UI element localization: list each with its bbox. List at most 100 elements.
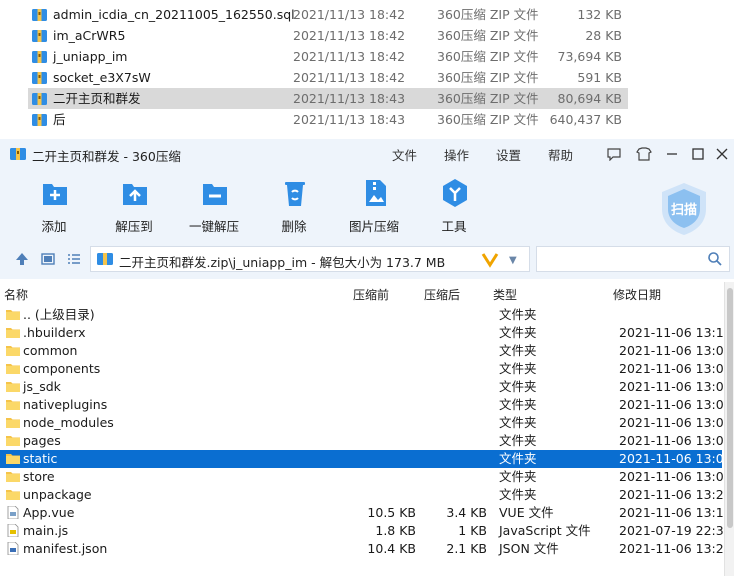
- col-compressed[interactable]: 压缩前: [353, 286, 389, 303]
- col-packed[interactable]: 压缩后: [424, 286, 460, 303]
- file-name: .hbuilderx: [23, 325, 86, 340]
- zip-file-icon: [32, 49, 47, 63]
- file-name: manifest.json: [23, 541, 108, 556]
- address-field[interactable]: 二开主页和群发.zip\j_uniapp_im - 解包大小为 173.7 MB…: [90, 246, 530, 272]
- search-input[interactable]: [536, 246, 730, 272]
- chevron-down-icon[interactable]: ▼: [509, 255, 517, 266]
- file-type: 文件夹: [499, 325, 537, 340]
- explorer-file-date: 2021/11/13 18:43: [293, 91, 406, 106]
- file-name: App.vue: [23, 505, 75, 520]
- minimize-icon[interactable]: [662, 144, 682, 164]
- file-name: node_modules: [23, 415, 114, 430]
- file-date: 2021-11-06 13:03: [619, 397, 724, 412]
- file-type: 文件夹: [499, 451, 537, 466]
- file-type: 文件夹: [499, 343, 537, 358]
- maximize-icon[interactable]: [688, 144, 708, 164]
- col-type[interactable]: 类型: [493, 286, 517, 303]
- file-row[interactable]: .hbuilderx 文件夹 2021-11-06 13:10: [0, 324, 724, 342]
- zip-file-icon: [32, 70, 47, 84]
- explorer-row[interactable]: 二开主页和群发 2021/11/13 18:43 360压缩 ZIP 文件 80,69…: [28, 88, 628, 109]
- file-row[interactable]: nativeplugins 文件夹 2021-11-06 13:03: [0, 396, 724, 414]
- add-icon: [43, 184, 67, 205]
- explorer-file-size: 591 KB: [577, 70, 622, 85]
- explorer-row[interactable]: j_uniapp_im 2021/11/13 18:42 360压缩 ZIP 文件 7…: [28, 46, 628, 67]
- folder-icon: [6, 416, 20, 429]
- delete-label: 删除: [281, 219, 307, 234]
- file-row[interactable]: App.vue 10.5 KB 3.4 KB VUE 文件 2021-11-06 13:…: [0, 504, 724, 522]
- file-row[interactable]: static 文件夹 2021-11-06 13:03: [0, 450, 724, 468]
- menu-help[interactable]: 帮助: [548, 145, 573, 164]
- scrollbar-thumb[interactable]: [727, 288, 733, 528]
- window-title: 二开主页和群发 - 360压缩: [32, 149, 181, 164]
- file-name: store: [23, 469, 55, 484]
- image-compress-button[interactable]: 图片压缩: [339, 171, 409, 239]
- menu-operate[interactable]: 操作: [444, 145, 469, 164]
- list-view-icon[interactable]: [66, 251, 82, 267]
- file-row[interactable]: node_modules 文件夹 2021-11-06 13:03: [0, 414, 724, 432]
- feedback-icon[interactable]: [604, 144, 624, 164]
- image-compress-icon: [366, 180, 386, 206]
- explorer-file-name: 二开主页和群发: [53, 91, 141, 106]
- file-size-before: 10.4 KB: [367, 541, 416, 556]
- file-date: 2021-11-06 13:03: [619, 433, 724, 448]
- explorer-row[interactable]: 后 2021/11/13 18:43 360压缩 ZIP 文件 640,437 KB: [28, 109, 628, 130]
- col-name[interactable]: 名称: [4, 286, 28, 303]
- check-v-icon[interactable]: [481, 250, 499, 268]
- explorer-row[interactable]: im_aCrWR5 2021/11/13 18:42 360压缩 ZIP 文件 28 …: [28, 25, 628, 46]
- explorer-row[interactable]: socket_e3X7sW 2021/11/13 18:42 360压缩 ZIP 文…: [28, 67, 628, 88]
- title-bar[interactable]: 二开主页和群发 - 360压缩 文件 操作 设置 帮助: [0, 139, 734, 171]
- tools-button[interactable]: 工具: [419, 171, 489, 239]
- folder-icon: [6, 362, 20, 375]
- explorer-file-type: 360压缩 ZIP 文件: [437, 49, 539, 64]
- file-row[interactable]: common 文件夹 2021-11-06 13:03: [0, 342, 724, 360]
- menu-settings[interactable]: 设置: [496, 145, 521, 164]
- scrollbar[interactable]: [724, 282, 734, 576]
- one-click-extract-button[interactable]: 一键解压: [179, 171, 249, 239]
- explorer-file-size: 640,437 KB: [549, 112, 622, 127]
- folder-icon: [6, 470, 20, 483]
- scan-button[interactable]: 扫描: [658, 181, 710, 237]
- explorer-file-type: 360压缩 ZIP 文件: [437, 7, 539, 22]
- file-date: 2021-11-06 13:03: [619, 415, 724, 430]
- file-row[interactable]: unpackage 文件夹 2021-11-06 13:29: [0, 486, 724, 504]
- file-row[interactable]: js_sdk 文件夹 2021-11-06 13:03: [0, 378, 724, 396]
- extract-to-button[interactable]: 解压到: [99, 171, 169, 239]
- folder-icon: [6, 398, 20, 411]
- folder-icon: [6, 488, 20, 501]
- folder-icon: [6, 326, 20, 339]
- file-name: main.js: [23, 523, 69, 538]
- file-date: 2021-11-06 13:03: [619, 343, 724, 358]
- file-row[interactable]: components 文件夹 2021-11-06 13:03: [0, 360, 724, 378]
- skin-icon[interactable]: [634, 144, 654, 164]
- file-name: nativeplugins: [23, 397, 108, 412]
- file-date: 2021-07-19 22:32: [619, 523, 724, 538]
- menu-file[interactable]: 文件: [392, 145, 417, 164]
- explorer-file-name: 后: [53, 112, 66, 127]
- file-icon: [6, 541, 20, 556]
- file-row[interactable]: manifest.json 10.4 KB 2.1 KB JSON 文件 2021-11…: [0, 540, 724, 558]
- folder-icon: [6, 344, 20, 357]
- file-size-after: 3.4 KB: [446, 505, 487, 520]
- up-arrow-icon[interactable]: [14, 251, 30, 267]
- close-icon[interactable]: [712, 144, 732, 164]
- explorer-file-name: im_aCrWR5: [53, 28, 126, 43]
- file-row[interactable]: store 文件夹 2021-11-06 13:03: [0, 468, 724, 486]
- column-header: 名称 压缩前 压缩后 类型 修改日期: [0, 282, 724, 304]
- file-row[interactable]: .. (上级目录) 文件夹: [0, 306, 722, 324]
- folder-icon: [6, 308, 20, 321]
- add-button[interactable]: 添加: [19, 171, 89, 239]
- explorer-file-size: 73,694 KB: [557, 49, 622, 64]
- col-modified[interactable]: 修改日期: [613, 286, 661, 303]
- explorer-row[interactable]: admin_icdia_cn_20211005_162550.sql 2021/1…: [28, 4, 628, 25]
- archive-app-icon: [10, 148, 26, 160]
- search-icon[interactable]: [707, 251, 723, 267]
- explorer-file-date: 2021/11/13 18:42: [293, 49, 406, 64]
- view-mode-icon[interactable]: [40, 251, 56, 267]
- file-row[interactable]: main.js 1.8 KB 1 KB JavaScript 文件 2021-07-19…: [0, 522, 724, 540]
- file-size-before: 1.8 KB: [375, 523, 416, 538]
- file-date: 2021-11-06 13:03: [619, 361, 724, 376]
- folder-icon: [6, 380, 20, 393]
- file-row[interactable]: pages 文件夹 2021-11-06 13:03: [0, 432, 724, 450]
- zip-file-icon: [32, 28, 47, 42]
- delete-button[interactable]: 删除: [259, 171, 329, 239]
